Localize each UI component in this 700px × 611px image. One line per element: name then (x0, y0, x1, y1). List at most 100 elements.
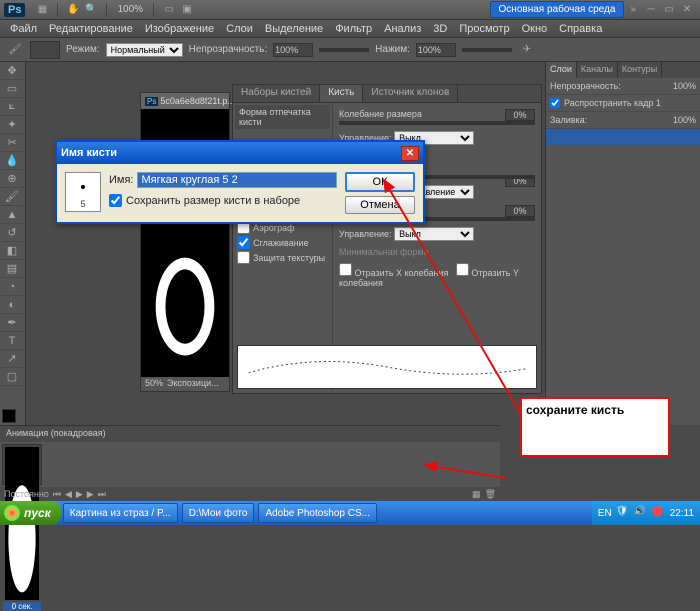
play-icon[interactable]: ▶ (76, 489, 83, 500)
task-item-1[interactable]: Картина из страз / P... (63, 503, 178, 523)
menu-layers[interactable]: Слои (220, 21, 259, 37)
layer-fill-value[interactable]: 100% (673, 115, 696, 125)
tab-layers[interactable]: Слои (546, 62, 577, 78)
blur-tool[interactable]: ◔ (0, 278, 24, 296)
size-jitter-value[interactable]: 0% (505, 109, 535, 121)
cancel-button[interactable]: Отмена (345, 196, 415, 214)
windows-logo-icon (4, 505, 20, 521)
minimize-icon[interactable]: ─ (644, 3, 658, 17)
animation-tab[interactable]: Анимация (покадровая) (0, 426, 500, 442)
menu-edit[interactable]: Редактирование (43, 21, 139, 37)
save-size-checkbox-row[interactable]: Сохранить размер кисти в наборе (109, 194, 337, 207)
tab-clone-source[interactable]: Источник клонов (363, 85, 458, 102)
dialog-close-button[interactable]: ✕ (401, 146, 419, 161)
toolbox: ✥ ▭ ⟀ ✦ ✂ 💧 ⊕ 🖌 ▲ ↺ ◧ ▤ ◔ ◐ ✒ T ↗ ▢ (0, 62, 26, 425)
menu-select[interactable]: Выделение (259, 21, 329, 37)
layer-opacity-value[interactable]: 100% (673, 81, 696, 91)
new-frame-icon[interactable]: ▦ (472, 489, 481, 500)
crop-tool[interactable]: ✂ (0, 134, 24, 152)
doc-zoom[interactable]: 50% (145, 378, 163, 390)
type-tool[interactable]: T (0, 332, 24, 350)
gradient-tool[interactable]: ▤ (0, 260, 24, 278)
dodge-tool[interactable]: ◐ (0, 296, 24, 314)
move-tool[interactable]: ✥ (0, 62, 24, 80)
foreground-color[interactable] (2, 409, 16, 423)
ok-button[interactable]: ОК (345, 172, 415, 192)
tab-brush-presets[interactable]: Наборы кистей (233, 85, 320, 102)
brush-tool[interactable]: 🖌 (0, 188, 24, 206)
flip-x-check[interactable]: Отразить X колебания (339, 268, 448, 278)
clock[interactable]: 22:11 (670, 508, 694, 519)
eraser-tool[interactable]: ◧ (0, 242, 24, 260)
brush-name-input[interactable] (137, 172, 337, 188)
eyedropper-tool[interactable]: 💧 (0, 152, 24, 170)
screen-mode-icon[interactable]: ▣ (180, 3, 194, 17)
airbrush-icon[interactable]: ✈ (520, 43, 534, 57)
next-frame-icon[interactable]: ▶ (87, 489, 94, 500)
heal-tool[interactable]: ⊕ (0, 170, 24, 188)
menu-view[interactable]: Просмотр (453, 21, 515, 37)
opacity-slider[interactable] (319, 48, 369, 52)
restore-icon[interactable]: ▭ (662, 3, 676, 17)
propagate-row[interactable]: Распространить кадр 1 (546, 95, 700, 112)
lang-indicator[interactable]: EN (598, 508, 612, 519)
bridge-icon[interactable]: ▦ (35, 3, 49, 17)
first-frame-icon[interactable]: ⏮ (53, 489, 61, 500)
zoom-icon[interactable]: 🔍 (84, 3, 98, 17)
tray-icon[interactable]: ⬤ (652, 506, 666, 520)
menu-file[interactable]: Файл (4, 21, 43, 37)
size-jitter-slider[interactable] (339, 121, 535, 125)
task-item-3[interactable]: Adobe Photoshop CS... (258, 503, 377, 523)
opacity-input[interactable] (273, 43, 313, 57)
task-item-2[interactable]: D:\Мои фото (182, 503, 255, 523)
last-frame-icon[interactable]: ⏭ (98, 489, 106, 500)
loop-select[interactable]: Постоянно (4, 489, 49, 499)
expand-icon[interactable]: » (630, 4, 636, 15)
flow-input[interactable] (416, 43, 456, 57)
menu-analysis[interactable]: Анализ (378, 21, 427, 37)
menu-filter[interactable]: Фильтр (329, 21, 378, 37)
shape-tool[interactable]: ▢ (0, 368, 24, 386)
selected-layer[interactable] (546, 129, 700, 145)
brush-preset-picker[interactable] (30, 41, 60, 59)
workspace: ✥ ▭ ⟀ ✦ ✂ 💧 ⊕ 🖌 ▲ ↺ ◧ ▤ ◔ ◐ ✒ T ↗ ▢ Ps 5… (0, 62, 700, 425)
dialog-titlebar[interactable]: Имя кисти ✕ (57, 142, 423, 164)
save-size-checkbox[interactable] (109, 194, 122, 207)
tab-brush[interactable]: Кисть (320, 85, 363, 102)
dyn-smoothing[interactable]: Сглаживание (235, 235, 330, 250)
shape-control-select[interactable]: Выкл (394, 227, 474, 241)
tab-channels[interactable]: Каналы (577, 62, 618, 78)
tray-icon[interactable]: 🔊 (634, 506, 648, 520)
propagate-check[interactable] (550, 98, 560, 108)
close-icon[interactable]: ✕ (680, 3, 694, 17)
wand-tool[interactable]: ✦ (0, 116, 24, 134)
animation-frame-1[interactable]: 0 сек. (2, 444, 42, 485)
flow-slider[interactable] (462, 48, 512, 52)
brush-tip-shape[interactable]: Форма отпечатка кисти (235, 105, 330, 129)
hand-icon[interactable]: ✋ (66, 3, 80, 17)
lasso-tool[interactable]: ⟀ (0, 98, 24, 116)
dyn-protect[interactable]: Защита текстуры (235, 250, 330, 265)
menu-3d[interactable]: 3D (427, 21, 453, 37)
workspace-switch-button[interactable]: Основная рабочая среда (490, 1, 625, 18)
tray-icon[interactable]: 🛡 (616, 506, 630, 520)
arrange-icon[interactable]: ▭ (162, 3, 176, 17)
delete-frame-icon[interactable]: 🗑 (485, 489, 496, 500)
pen-tool[interactable]: ✒ (0, 314, 24, 332)
frame-time[interactable]: 0 сек. (3, 602, 41, 611)
color-swatches[interactable] (0, 407, 25, 425)
menu-image[interactable]: Изображение (139, 21, 220, 37)
path-tool[interactable]: ↗ (0, 350, 24, 368)
marquee-tool[interactable]: ▭ (0, 80, 24, 98)
prev-frame-icon[interactable]: ◀ (65, 489, 72, 500)
zoom-level[interactable]: 100% (113, 4, 147, 15)
menu-help[interactable]: Справка (553, 21, 608, 37)
start-button[interactable]: пуск (0, 501, 61, 525)
stamp-tool[interactable]: ▲ (0, 206, 24, 224)
tab-paths[interactable]: Контуры (618, 62, 662, 78)
shape-jitter-value[interactable]: 0% (505, 205, 535, 217)
blend-mode-select[interactable]: Нормальный (106, 43, 183, 57)
document-titlebar[interactable]: Ps 5c0a6e8d8f21t.p... (141, 93, 229, 109)
menu-window[interactable]: Окно (516, 21, 554, 37)
history-brush-tool[interactable]: ↺ (0, 224, 24, 242)
